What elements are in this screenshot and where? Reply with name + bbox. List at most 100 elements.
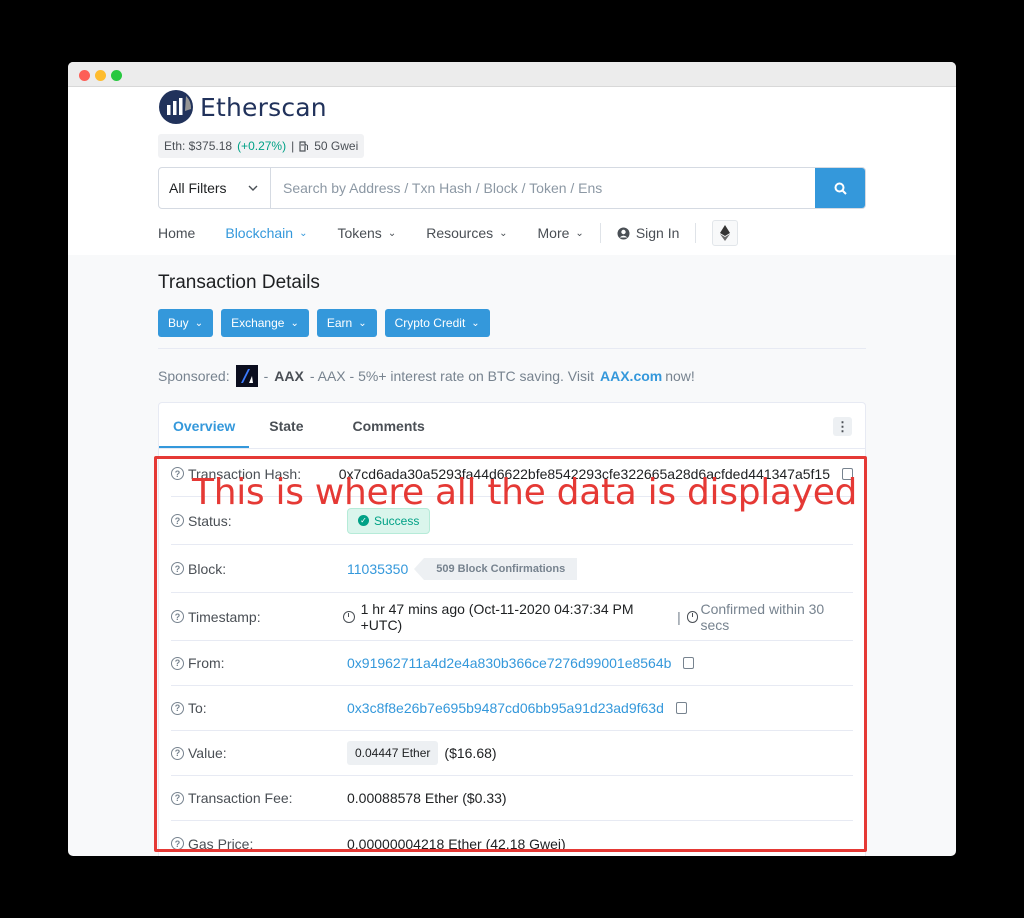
search-filter-select[interactable]: All Filters	[159, 168, 271, 208]
maximize-window-button[interactable]	[111, 70, 122, 81]
chevron-down-icon: ⌄	[471, 317, 480, 329]
nav-sign-in-label: Sign In	[635, 225, 680, 241]
question-circle-icon[interactable]: ?	[171, 562, 184, 575]
gas-pump-icon	[299, 140, 309, 152]
question-circle-icon[interactable]: ?	[171, 746, 184, 760]
search-icon	[834, 182, 847, 195]
value-usd: ($16.68)	[444, 745, 497, 761]
earn-button[interactable]: Earn ⌄	[316, 309, 377, 337]
question-circle-icon[interactable]: ?	[171, 514, 184, 527]
network-switch-button[interactable]	[712, 220, 739, 246]
confirmed-within: Confirmed within 30 secs	[700, 600, 825, 633]
transaction-hash[interactable]: 0x7cd6ada30a5293fa44d6622bfe8542293cfe32…	[339, 466, 830, 482]
more-options-button[interactable]: ⋮	[833, 417, 852, 436]
aax-logo-icon[interactable]	[235, 365, 258, 387]
browser-window: Etherscan Eth: $375.18 (+0.27%) | 50 Gwe…	[68, 62, 956, 856]
detail-row-hash: ? Transaction Hash: 0x7cd6ada30a5293fa44d…	[171, 451, 853, 497]
tab-comments[interactable]: Comments	[318, 418, 439, 448]
user-circle-icon	[617, 227, 630, 239]
search-bar: All Filters	[158, 167, 866, 209]
nav-home[interactable]: Home	[158, 225, 195, 241]
search-button[interactable]	[815, 168, 865, 208]
tab-state[interactable]: State	[249, 418, 317, 448]
nav-divider	[695, 223, 697, 243]
from-address-link[interactable]: 0x91962711a4d2e4a830b366ce7276d99001e856…	[347, 655, 671, 671]
sponsored-label: Sponsored:	[158, 368, 230, 384]
question-circle-icon[interactable]: ?	[171, 837, 184, 850]
search-filter-label: All Filters	[169, 180, 227, 196]
brand-name: Etherscan	[200, 92, 327, 122]
from-label: From:	[188, 655, 225, 671]
nav-tokens-label: Tokens	[337, 225, 382, 241]
buy-button[interactable]: Buy ⌄	[158, 309, 214, 337]
detail-row-block: ? Block: 11035350 509 Block Confirmations	[171, 545, 853, 593]
chevron-down-icon: ⌄	[499, 227, 508, 239]
etherscan-logo-icon	[159, 90, 193, 124]
search-input[interactable]	[271, 168, 815, 208]
to-address-link[interactable]: 0x3c8f8e26b7e695b9487cd06bb95a91d23ad9f6…	[347, 700, 664, 716]
gas-price[interactable]: 50 Gwei	[314, 139, 358, 153]
value-ether: 0.04447 Ether	[347, 741, 439, 765]
block-link[interactable]: 11035350	[347, 561, 408, 577]
status-badge: ✓ Success	[347, 507, 431, 534]
chevron-down-icon: ⌄	[387, 227, 397, 239]
nav-blockchain[interactable]: Blockchain ⌄	[225, 225, 307, 241]
hash-label: Transaction Hash:	[188, 465, 302, 482]
detail-value: 1 hr 47 mins ago (Oct-11-2020 04:37:34 P…	[342, 600, 853, 633]
site-header: Etherscan Eth: $375.18 (+0.27%) | 50 Gwe…	[68, 87, 956, 255]
detail-label: ? To:	[171, 700, 347, 716]
copy-icon[interactable]	[672, 702, 687, 717]
detail-row-to: ? To: 0x3c8f8e26b7e695b9487cd06bb95a91d23…	[171, 686, 853, 731]
exchange-label: Exchange	[231, 316, 285, 330]
crypto-credit-button[interactable]: Crypto Credit ⌄	[384, 309, 490, 337]
detail-row-value: ? Value: 0.04447 Ether ($16.68)	[171, 731, 853, 776]
nav-sign-in[interactable]: Sign In	[617, 225, 680, 241]
detail-label: ? Status:	[171, 513, 347, 529]
nav-tokens[interactable]: Tokens ⌄	[337, 225, 396, 241]
chevron-down-icon	[248, 185, 258, 191]
value-label: Value:	[188, 745, 227, 761]
transaction-card: Overview State Comments ⋮ ? Transaction H…	[158, 402, 866, 856]
question-circle-icon[interactable]: ?	[171, 791, 184, 805]
ethereum-icon	[720, 225, 731, 241]
detail-label: ? Value:	[171, 745, 347, 761]
detail-label: ? Transaction Fee:	[171, 790, 347, 806]
detail-value: 0x91962711a4d2e4a830b366ce7276d99001e856…	[347, 655, 695, 672]
eth-price-bar: Eth: $375.18 (+0.27%) | 50 Gwei	[158, 134, 365, 158]
check-circle-icon: ✓	[358, 515, 369, 526]
chevron-down-icon: ⌄	[575, 227, 584, 239]
copy-icon[interactable]	[680, 657, 695, 672]
nav-divider	[599, 223, 601, 243]
question-circle-icon[interactable]: ?	[171, 701, 184, 715]
nav-more[interactable]: More ⌄	[538, 225, 584, 241]
question-circle-icon[interactable]: ?	[171, 610, 184, 623]
detail-value: 11035350 509 Block Confirmations	[347, 557, 578, 580]
stopwatch-icon	[686, 610, 699, 623]
detail-row-gas-price: ? Gas Price: 0.00000004218 Ether (42.18 G…	[171, 821, 853, 856]
detail-value: 0.00000004218 Ether (42.18 Gwei)	[347, 836, 566, 852]
detail-value: ✓ Success	[347, 507, 431, 534]
nav-resources[interactable]: Resources ⌄	[426, 225, 507, 241]
fee-label: Transaction Fee:	[188, 790, 293, 806]
divider	[158, 348, 866, 349]
block-label: Block:	[188, 560, 227, 577]
chevron-down-icon: ⌄	[299, 227, 308, 239]
tab-overview[interactable]: Overview	[159, 418, 250, 448]
etherscan-logo[interactable]: Etherscan	[158, 87, 327, 127]
copy-icon[interactable]	[839, 467, 853, 483]
question-circle-icon[interactable]: ?	[171, 656, 184, 670]
detail-label: ? From:	[171, 655, 347, 671]
buy-label: Buy	[168, 316, 189, 330]
question-circle-icon[interactable]: ?	[171, 467, 184, 480]
close-window-button[interactable]	[79, 70, 90, 81]
window-titlebar	[68, 62, 956, 87]
detail-value: 0x3c8f8e26b7e695b9487cd06bb95a91d23ad9f6…	[347, 700, 687, 717]
main-nav: Home Blockchain ⌄ Tokens ⌄ Resources ⌄ More…	[158, 217, 866, 249]
promo-buttons: Buy ⌄ Exchange ⌄ Earn ⌄ Crypto Credit ⌄	[158, 309, 490, 337]
exchange-button[interactable]: Exchange ⌄	[221, 309, 309, 337]
detail-row-status: ? Status: ✓ Success	[171, 497, 853, 545]
detail-label: ? Block:	[171, 561, 347, 577]
sponsored-link[interactable]: AAX.com	[600, 368, 662, 384]
minimize-window-button[interactable]	[95, 70, 106, 81]
fee-value: 0.00088578 Ether ($0.33)	[347, 790, 507, 806]
